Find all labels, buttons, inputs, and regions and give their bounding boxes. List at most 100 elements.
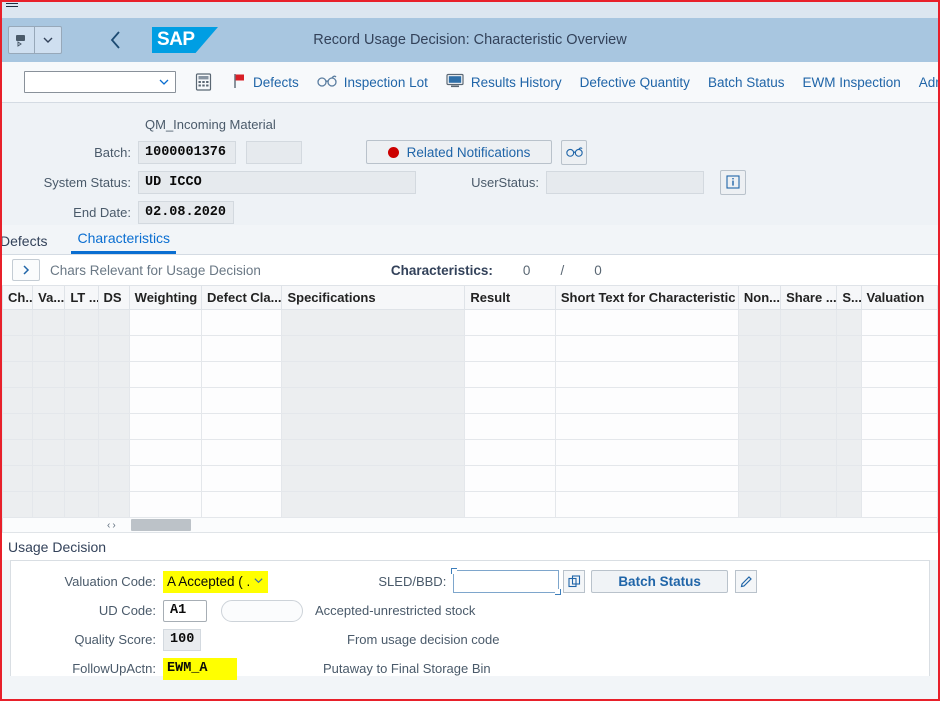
toolbar-item-inspection-lot[interactable]: Inspection Lot (317, 74, 428, 91)
back-chevron-icon[interactable] (102, 26, 130, 54)
table-column-header[interactable]: Defect Cla... (201, 285, 283, 310)
table-cell[interactable] (97, 335, 130, 362)
table-cell[interactable] (860, 413, 938, 440)
table-cell[interactable] (554, 439, 739, 466)
batch-secondary-field[interactable] (246, 140, 302, 164)
table-row[interactable] (2, 465, 938, 492)
table-cell[interactable] (281, 491, 466, 518)
table-cell[interactable] (281, 413, 466, 440)
table-cell[interactable] (97, 465, 130, 492)
table-cell[interactable] (554, 361, 739, 388)
table-cell[interactable] (97, 491, 130, 518)
table-column-header[interactable]: Short Text for Characteristic (554, 285, 739, 310)
table-cell[interactable] (2, 387, 34, 414)
table-row[interactable] (2, 413, 938, 440)
table-cell[interactable] (281, 439, 466, 466)
table-cell[interactable] (32, 413, 66, 440)
toolbar-item-ewm-inspection[interactable]: EWM Inspection (802, 75, 900, 90)
tab-defects[interactable]: Defects (2, 233, 71, 254)
table-row[interactable] (2, 491, 938, 518)
table-column-header[interactable]: S... (836, 285, 862, 310)
table-cell[interactable] (836, 387, 862, 414)
table-column-header[interactable]: Result (464, 285, 556, 310)
table-cell[interactable] (554, 309, 739, 336)
table-cell[interactable] (64, 361, 99, 388)
table-cell[interactable] (32, 335, 66, 362)
table-cell[interactable] (97, 439, 130, 466)
table-cell[interactable] (281, 309, 466, 336)
table-cell[interactable] (737, 465, 782, 492)
table-cell[interactable] (2, 491, 34, 518)
table-cell[interactable] (128, 439, 203, 466)
table-cell[interactable] (737, 361, 782, 388)
table-cell[interactable] (128, 335, 203, 362)
table-cell[interactable] (128, 387, 203, 414)
table-cell[interactable] (201, 361, 283, 388)
batch-status-button[interactable]: Batch Status (591, 570, 728, 593)
table-cell[interactable] (2, 413, 34, 440)
table-cell[interactable] (860, 361, 938, 388)
table-column-header[interactable]: DS (97, 285, 130, 310)
table-cell[interactable] (281, 465, 466, 492)
table-cell[interactable] (836, 491, 862, 518)
table-cell[interactable] (780, 491, 838, 518)
chevron-down-icon[interactable] (35, 27, 61, 53)
table-column-header[interactable]: Valuation (860, 285, 938, 310)
sled-input[interactable] (451, 568, 562, 595)
table-cell[interactable] (836, 439, 862, 466)
table-cell[interactable] (737, 413, 782, 440)
table-cell[interactable] (836, 309, 862, 336)
table-cell[interactable] (737, 491, 782, 518)
table-row[interactable] (2, 335, 938, 362)
table-cell[interactable] (97, 387, 130, 414)
toolbar-select[interactable] (24, 71, 176, 93)
table-cell[interactable] (554, 465, 739, 492)
table-cell[interactable] (128, 413, 203, 440)
table-cell[interactable] (860, 439, 938, 466)
table-cell[interactable] (737, 335, 782, 362)
toolbar-item-batch-status[interactable]: Batch Status (708, 75, 785, 90)
table-cell[interactable] (2, 309, 34, 336)
toolbar-item-defective-quantity[interactable]: Defective Quantity (580, 75, 690, 90)
table-cell[interactable] (2, 361, 34, 388)
calculator-icon[interactable] (192, 71, 214, 93)
table-cell[interactable] (97, 413, 130, 440)
table-cell[interactable] (836, 413, 862, 440)
table-cell[interactable] (128, 309, 203, 336)
table-cell[interactable] (737, 387, 782, 414)
table-cell[interactable] (554, 335, 739, 362)
table-cell[interactable] (737, 309, 782, 336)
table-cell[interactable] (464, 335, 556, 362)
table-cell[interactable] (97, 309, 130, 336)
table-column-header[interactable]: LT ... (64, 285, 99, 310)
table-cell[interactable] (64, 439, 99, 466)
table-cell[interactable] (281, 335, 466, 362)
table-cell[interactable] (780, 387, 838, 414)
table-cell[interactable] (32, 491, 66, 518)
table-column-header[interactable]: Non... (737, 285, 782, 310)
table-row[interactable] (2, 439, 938, 466)
table-cell[interactable] (836, 335, 862, 362)
related-notifications-button[interactable]: Related Notifications (366, 140, 552, 164)
valuation-code-select[interactable]: A Accepted ( . (163, 570, 269, 593)
table-cell[interactable] (860, 465, 938, 492)
table-cell[interactable] (860, 309, 938, 336)
table-cell[interactable] (32, 361, 66, 388)
table-row[interactable] (2, 361, 938, 388)
table-cell[interactable] (128, 491, 203, 518)
followup-input[interactable]: EWM_A (163, 657, 237, 680)
table-cell[interactable] (464, 439, 556, 466)
menu-icon[interactable] (6, 3, 18, 12)
table-cell[interactable] (2, 335, 34, 362)
toolbar-item-results-history[interactable]: Results History (446, 73, 562, 91)
scrollbar-thumb[interactable] (131, 519, 191, 531)
table-cell[interactable] (64, 387, 99, 414)
table-cell[interactable] (554, 413, 739, 440)
table-cell[interactable] (780, 413, 838, 440)
user-status-value[interactable] (546, 170, 704, 194)
tab-characteristics[interactable]: Characteristics (71, 230, 177, 254)
table-cell[interactable] (464, 465, 556, 492)
shortcut-icon[interactable] (9, 27, 35, 53)
table-cell[interactable] (201, 491, 283, 518)
table-cell[interactable] (554, 491, 739, 518)
